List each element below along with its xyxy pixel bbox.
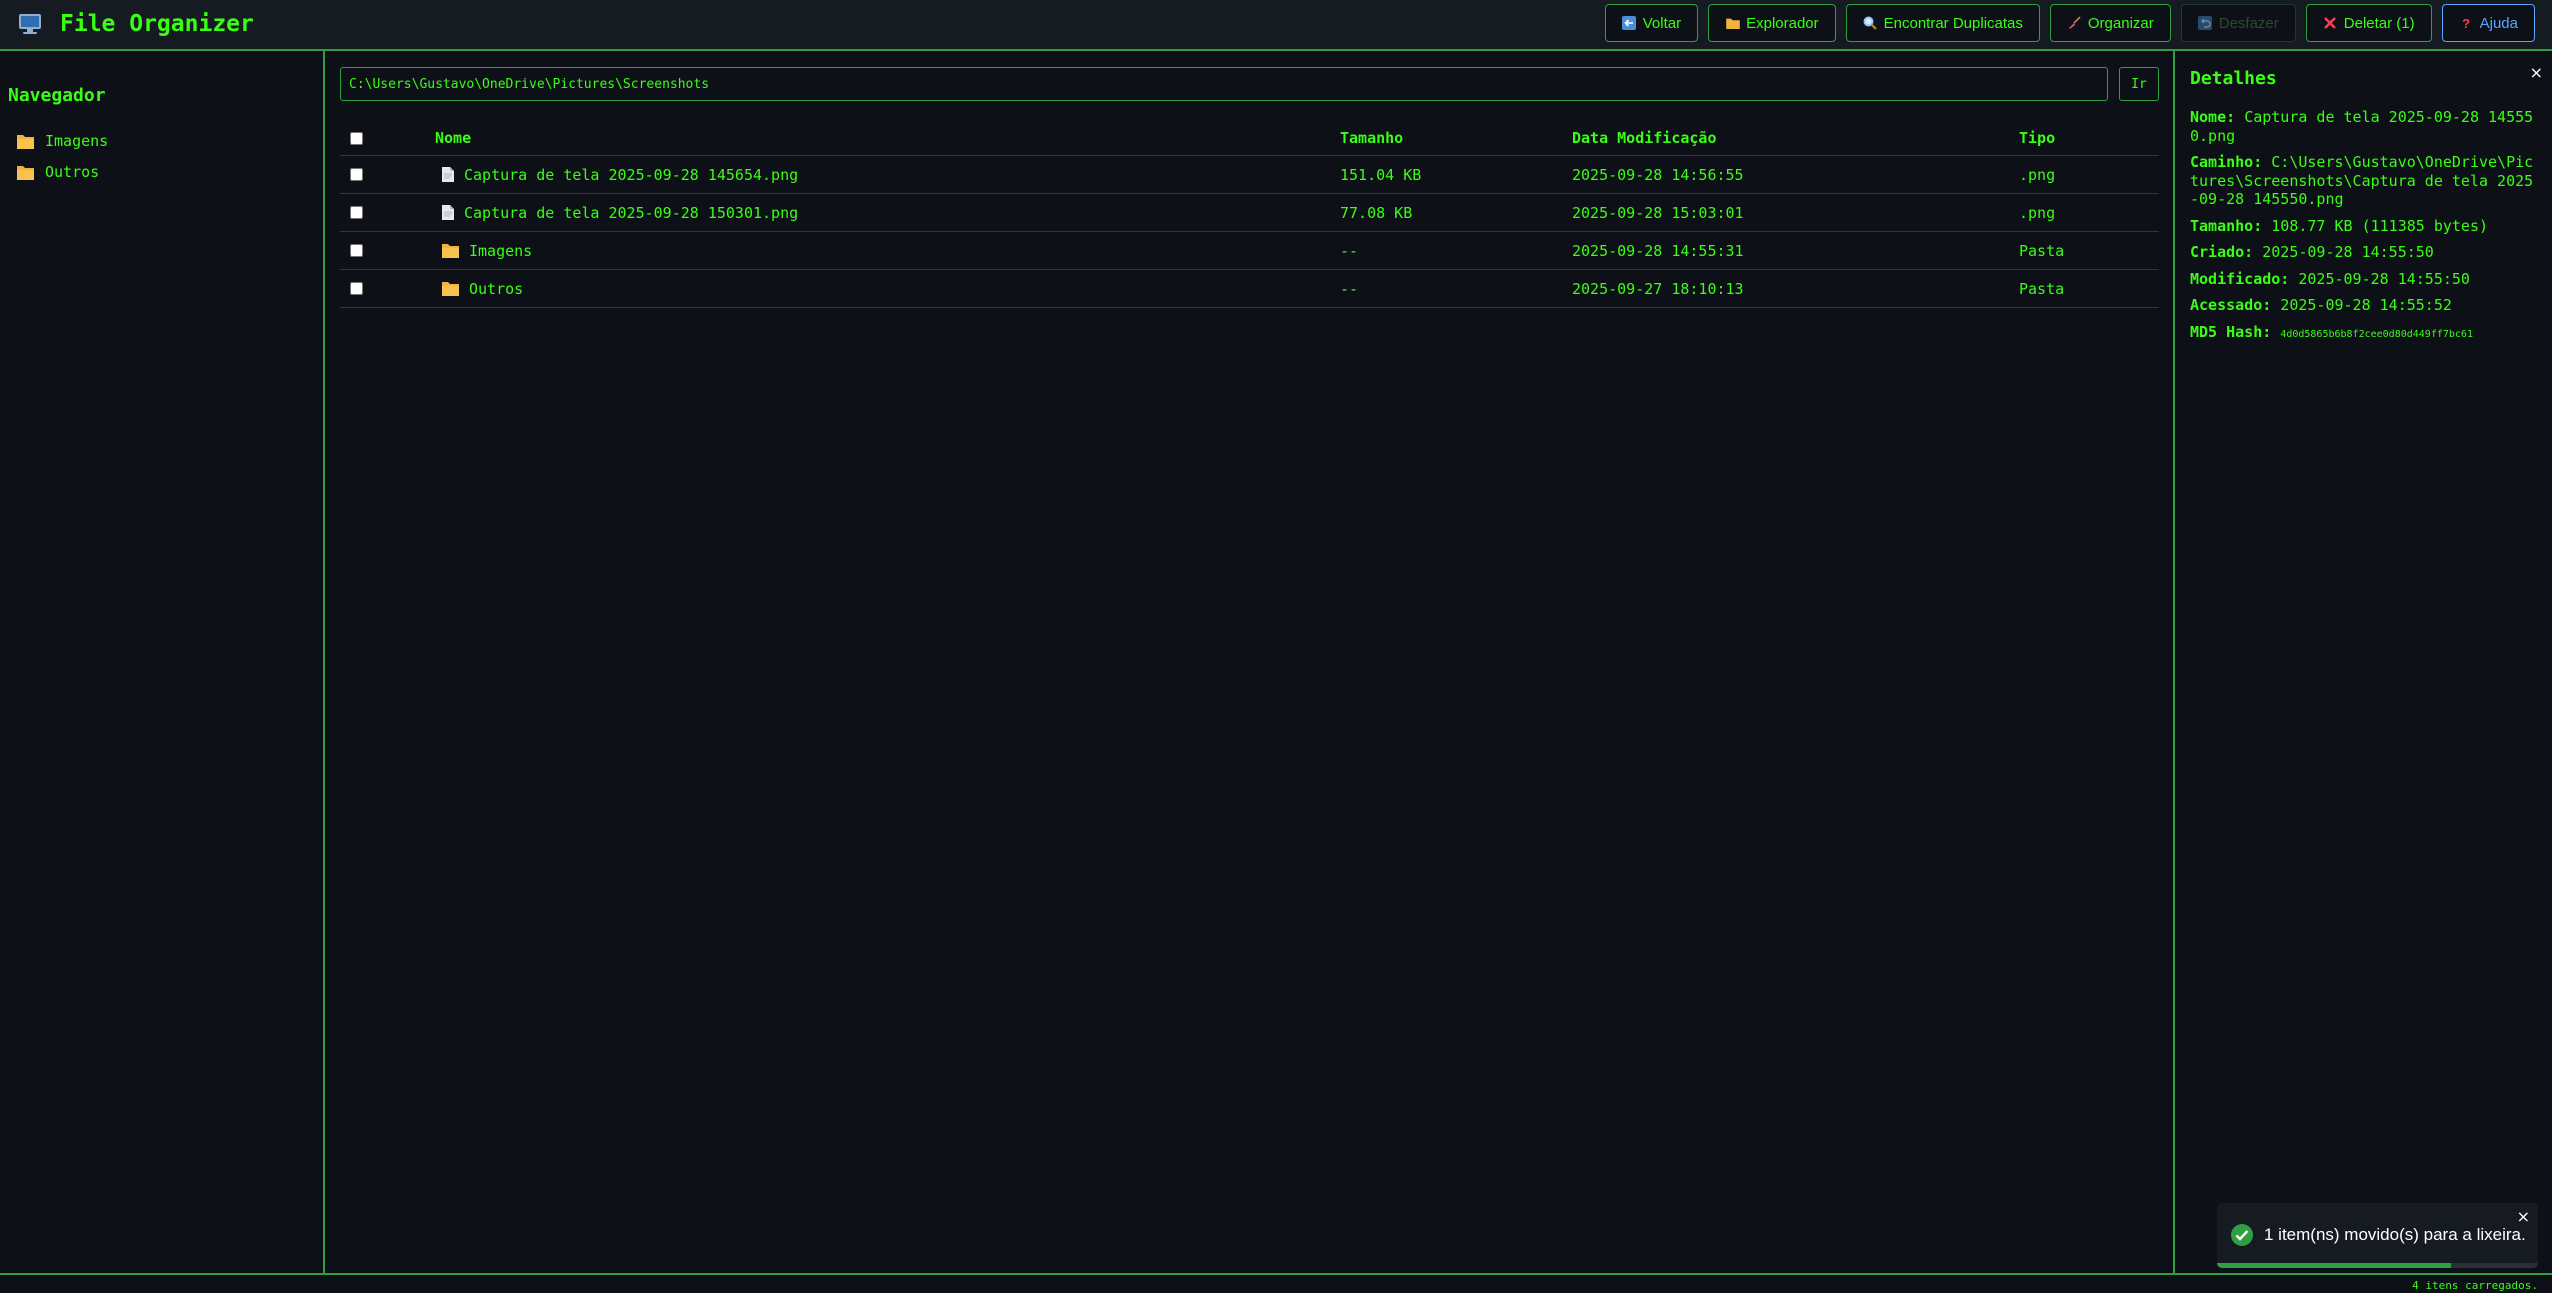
sidebar-item-label: Outros	[45, 163, 100, 181]
detail-modified: Modificado: 2025-09-28 14:55:50	[2190, 269, 2470, 288]
row-size: 77.08 KB	[1340, 203, 1413, 222]
file-icon	[442, 167, 454, 182]
row-type: .png	[2019, 165, 2056, 184]
sidebar: Navegador Imagens Outros	[0, 51, 325, 1273]
delete-button[interactable]: Deletar (1)	[2305, 4, 2432, 42]
row-size: --	[1340, 241, 1359, 260]
row-type: Pasta	[2019, 241, 2065, 260]
row-size: 151.04 KB	[1340, 165, 1422, 184]
cross-icon	[2323, 16, 2338, 31]
header-name[interactable]: Nome	[435, 121, 471, 155]
delete-label: Deletar (1)	[2343, 14, 2415, 32]
help-label: Ajuda	[2479, 14, 2518, 32]
folder-icon	[17, 134, 34, 149]
back-button[interactable]: Voltar	[1604, 4, 1699, 42]
broom-icon	[2067, 16, 2082, 31]
file-table: Nome Tamanho Data Modificação Tipo Captu…	[340, 121, 2159, 308]
detail-name: Nome: Captura de tela 2025-09-28 145550.…	[2190, 108, 2534, 145]
status-bar: 4 itens carregados.	[0, 1273, 2552, 1293]
toast-notification: 1 item(ns) movido(s) para a lixeira. ×	[2217, 1203, 2538, 1268]
row-checkbox[interactable]	[350, 282, 363, 295]
detail-accessed: Acessado: 2025-09-28 14:55:52	[2190, 296, 2452, 314]
back-arrow-icon	[1622, 16, 1637, 31]
app-title: File Organizer	[60, 11, 254, 37]
row-checkbox[interactable]	[350, 206, 363, 219]
row-name: Captura de tela 2025-09-28 145654.png	[464, 165, 799, 184]
find-duplicates-label: Encontrar Duplicatas	[1883, 14, 2023, 32]
folder-icon	[17, 165, 34, 180]
folder-icon	[442, 244, 459, 258]
table-row[interactable]: Outros -- 2025-09-27 18:10:13 Pasta	[340, 270, 2159, 308]
row-type: .png	[2019, 203, 2056, 222]
file-browser: Ir Nome Tamanho Data Modificação Tipo Ca…	[327, 51, 2173, 1273]
toolbar: Voltar Explorador Encontrar Duplicatas O…	[1604, 4, 2535, 42]
find-duplicates-button[interactable]: Encontrar Duplicatas	[1845, 4, 2040, 42]
path-input[interactable]	[340, 67, 2108, 101]
details-panel: Detalhes × Nome: Captura de tela 2025-09…	[2173, 51, 2552, 1273]
details-close-button[interactable]: ×	[2530, 63, 2543, 82]
organize-button[interactable]: Organizar	[2049, 4, 2171, 42]
undo-label: Desfazer	[2218, 14, 2279, 32]
status-text: 4 itens carregados.	[2412, 1279, 2538, 1292]
header-type[interactable]: Tipo	[2019, 121, 2055, 155]
toast-progress-track	[2217, 1263, 2538, 1268]
toast-close-button[interactable]: ×	[2517, 1207, 2530, 1226]
undo-icon	[2198, 16, 2213, 31]
detail-hash: MD5 Hash: 4d0d5865b6b8f2cee0d80d449ff7bc…	[2190, 322, 2473, 341]
go-button[interactable]: Ir	[2119, 67, 2159, 101]
detail-size: Tamanho: 108.77 KB (111385 bytes)	[2190, 216, 2489, 235]
table-row[interactable]: Captura de tela 2025-09-28 150301.png 77…	[340, 194, 2159, 232]
check-circle-icon	[2231, 1224, 2253, 1246]
row-type: Pasta	[2019, 279, 2065, 298]
toast-message: 1 item(ns) movido(s) para a lixeira.	[2264, 1225, 2526, 1244]
question-icon: ?	[2462, 15, 2471, 31]
header-size[interactable]: Tamanho	[1340, 121, 1403, 155]
row-size: --	[1340, 279, 1359, 298]
row-checkbox[interactable]	[350, 168, 363, 181]
detail-path: Caminho: C:\Users\Gustavo\OneDrive\Pictu…	[2190, 153, 2534, 208]
row-name: Captura de tela 2025-09-28 150301.png	[464, 203, 799, 222]
table-header: Nome Tamanho Data Modificação Tipo	[340, 121, 2159, 156]
magnifier-icon	[1863, 16, 1878, 31]
row-name: Imagens	[469, 241, 533, 260]
detail-created: Criado: 2025-09-28 14:55:50	[2190, 243, 2434, 261]
file-icon	[442, 205, 454, 220]
explorer-button[interactable]: Explorador	[1708, 4, 1836, 42]
details-body: Nome: Captura de tela 2025-09-28 145550.…	[2190, 108, 2542, 352]
sidebar-item-outros[interactable]: Outros	[17, 161, 99, 183]
row-date: 2025-09-28 14:56:55	[1572, 165, 1744, 184]
back-label: Voltar	[1642, 14, 1682, 32]
organize-label: Organizar	[2087, 14, 2154, 32]
explorer-label: Explorador	[1746, 14, 1819, 32]
row-date: 2025-09-28 15:03:01	[1572, 203, 1744, 222]
undo-button[interactable]: Desfazer	[2180, 4, 2296, 42]
help-button[interactable]: ? Ajuda	[2441, 4, 2535, 42]
sidebar-item-label: Imagens	[45, 132, 109, 150]
table-row[interactable]: Imagens -- 2025-09-28 14:55:31 Pasta	[340, 232, 2159, 270]
details-title: Detalhes	[2190, 68, 2277, 89]
row-name: Outros	[469, 279, 524, 298]
app-header: File Organizer Voltar Explorador Encontr…	[0, 0, 2552, 51]
sidebar-item-imagens[interactable]: Imagens	[17, 130, 108, 152]
folder-icon	[442, 282, 459, 296]
computer-icon	[19, 14, 41, 34]
folder-icon	[1725, 16, 1740, 31]
select-all-checkbox[interactable]	[350, 131, 363, 145]
row-checkbox[interactable]	[350, 244, 363, 257]
sidebar-title: Navegador	[8, 85, 106, 106]
table-row[interactable]: Captura de tela 2025-09-28 145654.png 15…	[340, 156, 2159, 194]
toast-progress-bar	[2217, 1263, 2452, 1268]
row-date: 2025-09-27 18:10:13	[1572, 279, 1744, 298]
header-date[interactable]: Data Modificação	[1572, 121, 1717, 155]
row-date: 2025-09-28 14:55:31	[1572, 241, 1744, 260]
